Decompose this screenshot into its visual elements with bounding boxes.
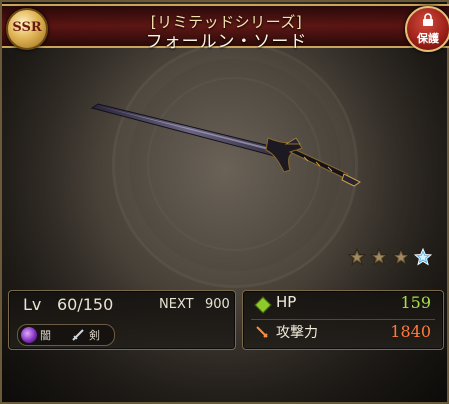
title-banner: [リミテッドシリーズ] フォールン・ソード	[2, 4, 449, 52]
hp-icon	[254, 296, 272, 314]
attribute-badges: 闇 剣	[17, 324, 115, 346]
stat-divider	[251, 319, 435, 320]
hp-label: HP	[276, 293, 297, 311]
attack-label: 攻撃力	[276, 325, 318, 341]
next-label: NEXT	[159, 297, 194, 312]
dark-element-icon	[21, 327, 37, 343]
star-icon	[348, 248, 366, 266]
protect-button[interactable]: 保護	[405, 6, 449, 52]
weapon-type-label: 剣	[89, 329, 100, 342]
level-value: 60/150	[57, 295, 114, 314]
next-value: 900	[205, 297, 230, 312]
level-label: Lv	[23, 295, 42, 314]
stat-panel: HP 159 攻撃力 1840	[242, 290, 444, 350]
weapon-card: [リミテッドシリーズ] フォールン・ソード SSR 保護 Lv 60/150 N…	[0, 0, 449, 404]
rarity-stars	[348, 248, 432, 266]
element-label: 闇	[40, 329, 51, 342]
hp-value: 159	[400, 293, 431, 312]
blue-star-icon	[414, 248, 432, 266]
sword-artwork	[90, 103, 361, 187]
rarity-label: SSR	[12, 20, 42, 35]
lock-icon	[423, 13, 433, 26]
attack-value: 1840	[390, 322, 431, 341]
star-icon	[370, 248, 388, 266]
rarity-badge: SSR	[6, 8, 48, 50]
protect-label: 保護	[417, 32, 439, 45]
weapon-name: フォールン・ソード	[145, 32, 308, 52]
star-icon	[392, 248, 410, 266]
level-panel: Lv 60/150 NEXT 900 闇 剣	[8, 290, 236, 350]
sword-type-icon	[72, 329, 84, 341]
attack-icon	[256, 326, 268, 338]
